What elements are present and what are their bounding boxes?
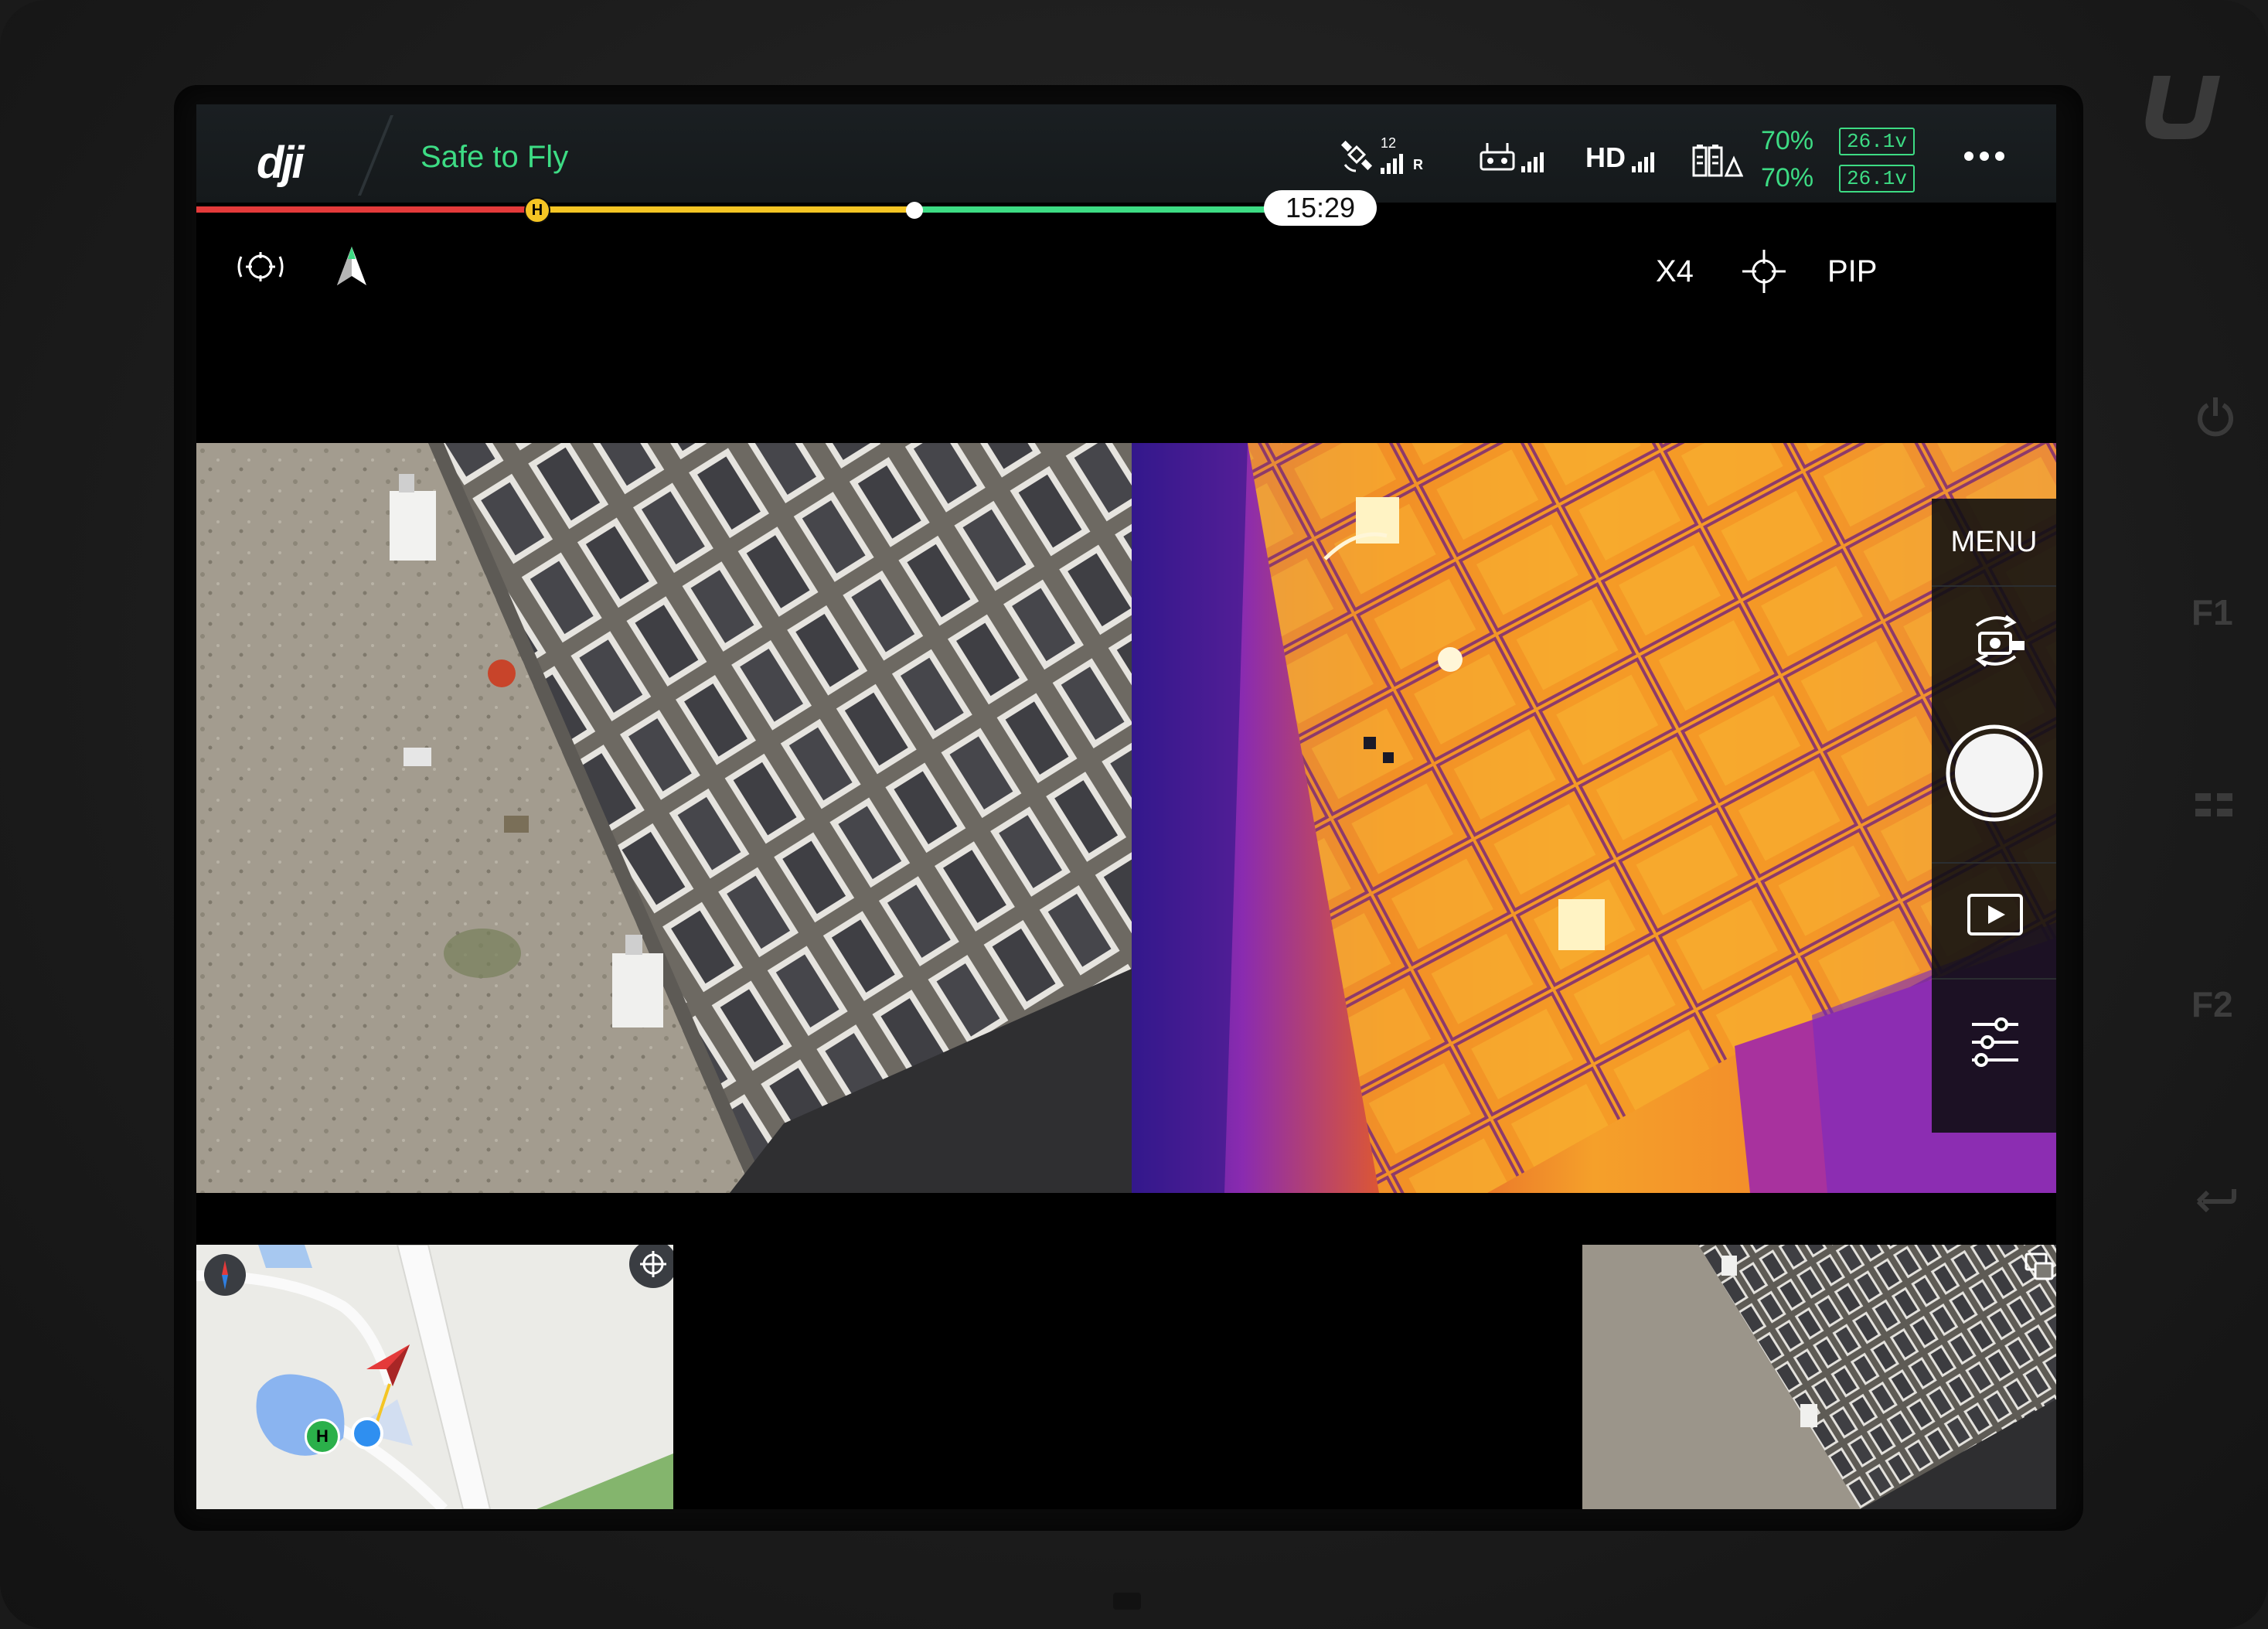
battery-icon[interactable] [1692, 143, 1743, 179]
pip-switch-icon[interactable] [2025, 1252, 2054, 1280]
dji-logo-area[interactable]: dji [196, 104, 374, 203]
battery-flight-time-bar [196, 206, 1309, 213]
return-home-segment [536, 206, 908, 213]
remaining-flight-time: 15:29 [1264, 190, 1377, 226]
remote-controller-icon [1480, 143, 1515, 171]
visual-feed-image [196, 443, 1132, 1193]
power-icon[interactable] [2195, 394, 2236, 439]
zoom-level[interactable]: X4 [1656, 254, 1694, 289]
hd-link-indicator[interactable]: HD [1584, 138, 1669, 174]
more-dots-icon[interactable] [1964, 151, 2011, 165]
camera-control-panel: MENU [1932, 499, 2056, 1133]
recenter-crosshair-icon [640, 1251, 666, 1277]
hd-link-label: HD [1585, 141, 1626, 173]
safe-flight-segment [908, 206, 1309, 213]
gps-signal-suffix: R [1413, 157, 1423, 172]
camera-settings-button[interactable] [1932, 986, 2056, 1086]
dji-logo: dji [257, 138, 305, 188]
sliders-icon [1972, 1017, 2018, 1067]
home-point-marker: H [524, 197, 550, 223]
thermal-camera-feed[interactable] [1132, 443, 2056, 1193]
play-icon [1967, 894, 2023, 935]
pip-toggle[interactable]: PIP [1827, 254, 1877, 289]
u-logo-icon [2145, 76, 2220, 139]
pilot-location-dot [351, 1417, 383, 1450]
aircraft-position-icon [366, 1344, 410, 1386]
gps-indicator[interactable]: 12 R [1340, 135, 1425, 174]
aircraft-battery-percent: 70% [1761, 126, 1814, 155]
rc-battery-voltage: 26.1v [1839, 165, 1916, 193]
shutter-button[interactable] [1932, 723, 2056, 823]
home-point-label: H [316, 1426, 329, 1446]
f1-key[interactable]: F1 [2191, 591, 2233, 633]
focus-target-icon[interactable] [235, 247, 286, 286]
map-recenter-icon[interactable] [629, 1245, 673, 1288]
low-battery-segment [196, 206, 536, 213]
gps-satellite-count: 12 [1381, 135, 1397, 151]
top-status-bar: dji Safe to Fly 12 R HD 70% 70% 26.1v 26… [196, 104, 2056, 203]
rc-signal-bars-icon [1521, 152, 1544, 172]
pip-feed-image [1582, 1245, 2056, 1509]
map-image [196, 1245, 673, 1509]
panel-separator [1932, 978, 2056, 980]
panel-separator [1932, 862, 2056, 864]
shutter-icon [1946, 724, 2043, 822]
navigation-arrow-icon[interactable] [332, 244, 371, 288]
hd-signal-bars-icon [1632, 152, 1654, 172]
compass-needle-icon [222, 1260, 228, 1290]
mini-map[interactable]: H [196, 1245, 673, 1509]
photo-video-switch-icon [1975, 615, 2025, 667]
home-point-pin: H [305, 1419, 340, 1454]
back-key-icon[interactable] [2197, 1181, 2237, 1215]
f2-key[interactable]: F2 [2191, 983, 2233, 1025]
camera-menu-button[interactable]: MENU [1932, 499, 2056, 587]
thermal-feed-image [1132, 443, 2056, 1193]
app-screen: dji Safe to Fly 12 R HD 70% 70% 26.1v 26… [196, 104, 2056, 1509]
rc-battery-percent: 70% [1761, 163, 1814, 193]
satellite-icon [1340, 140, 1373, 172]
landing-threshold-marker [906, 202, 923, 219]
pip-camera-view[interactable] [1582, 1245, 2056, 1509]
pause-key-icon[interactable] [2195, 790, 2236, 821]
home-indicator [1113, 1593, 1141, 1610]
rc-signal-indicator[interactable] [1480, 138, 1557, 174]
flight-status-text[interactable]: Safe to Fly [421, 140, 568, 175]
aircraft-battery-voltage: 26.1v [1839, 128, 1916, 155]
visual-camera-feed[interactable] [196, 443, 1132, 1193]
compass-icon[interactable] [204, 1254, 246, 1296]
crosshair-icon[interactable] [1741, 248, 1787, 295]
gps-signal-bars-icon [1381, 154, 1403, 174]
photo-video-switch-button[interactable] [1932, 591, 2056, 684]
playback-button[interactable] [1932, 870, 2056, 955]
